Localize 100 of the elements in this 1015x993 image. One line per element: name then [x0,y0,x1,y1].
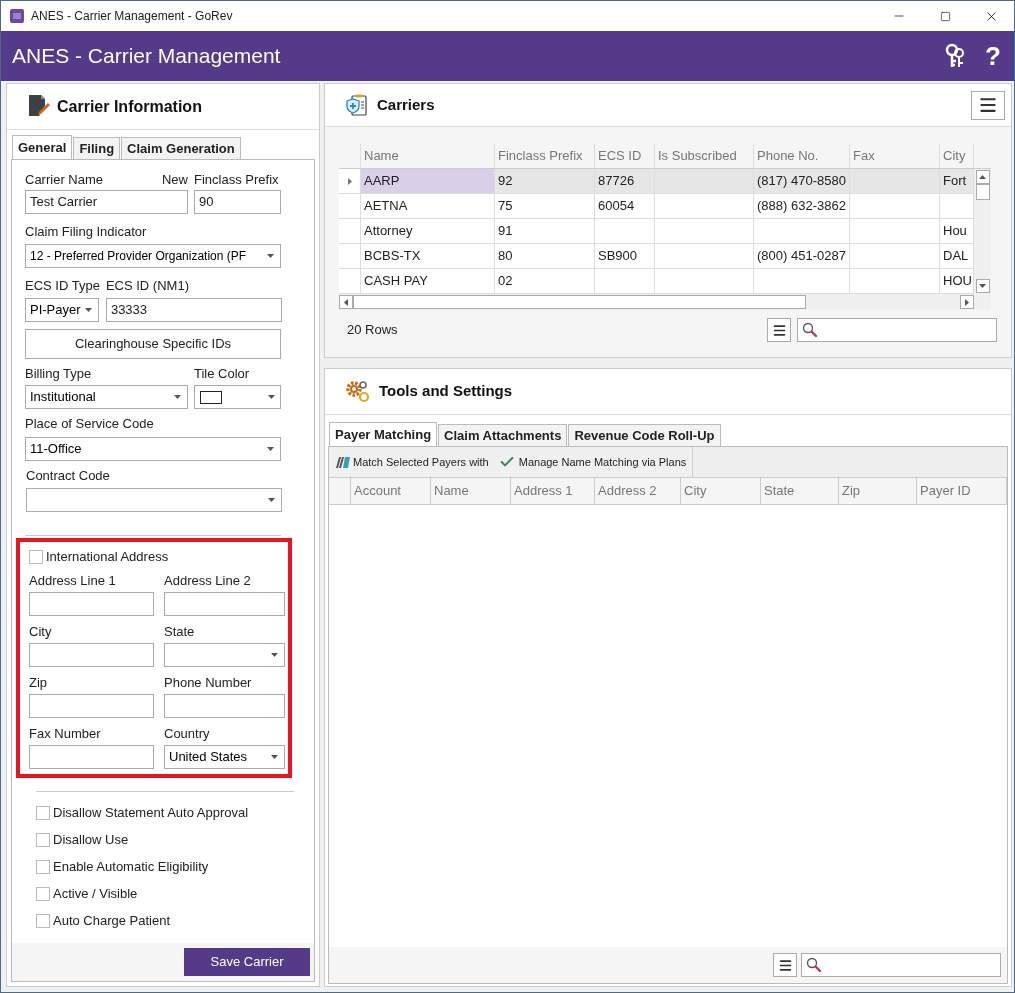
text-field[interactable]: 90 [194,190,281,214]
text-field[interactable]: 33333 [105,298,282,322]
checkbox-label: International Address [46,548,169,566]
dropdown-field[interactable]: 11-Office [25,437,281,461]
table-cell: CASH PAY [361,269,495,293]
text-field[interactable] [164,693,285,718]
checkbox-label: Auto Charge Patient [53,911,171,930]
search-icon [806,957,822,973]
save-carrier-button[interactable]: Save Carrier [184,948,310,976]
field-label: Phone Number [164,674,253,691]
help-button[interactable]: ? [985,43,1001,69]
column-header[interactable]: Account [351,478,431,504]
tab[interactable]: Payer Matching [329,422,438,446]
table-row[interactable]: CASH PAY 02 HOU [339,269,974,294]
dropdown-field[interactable]: Institutional [25,385,188,409]
field-label: Address Line 1 [29,572,117,589]
toolbar-button[interactable]: Match Selected Payers with [335,453,489,471]
row-pointer-icon [347,177,352,185]
column-header[interactable]: Is Subscribed [655,144,754,168]
table-cell: 02 [495,269,595,293]
menu-button[interactable] [767,318,791,342]
dropdown-field[interactable] [26,488,282,512]
window-title: ANES - Carrier Management - GoRev [31,8,233,25]
text-field[interactable] [29,744,154,769]
checkbox-label: Enable Automatic Eligibility [53,857,209,876]
table-cell: BCBS-TX [361,244,495,268]
column-header[interactable]: State [761,478,839,504]
column-header[interactable]: Zip [839,478,917,504]
table-cell: (888) 632-3862 [754,194,850,218]
field-label: Place of Service Code [25,416,155,432]
menu-button[interactable] [773,953,797,977]
text-field[interactable] [29,693,154,718]
column-header[interactable]: Name [431,478,511,504]
search-field[interactable] [797,318,997,342]
vertical-scrollbar[interactable] [974,169,991,294]
scroll-down-icon [979,284,986,288]
gears-icon [345,378,371,405]
page-title: ANES - Carrier Management [12,43,281,70]
text-field[interactable] [164,591,285,616]
checkbox-label: Active / Visible [53,884,138,903]
scroll-thumb[interactable] [975,184,990,200]
column-header[interactable]: Address 1 [511,478,595,504]
checkbox[interactable] [36,886,50,901]
menu-button[interactable] [971,90,1005,120]
text-field[interactable] [29,642,154,667]
horizontal-scrollbar[interactable] [339,294,991,310]
field-label: Tile Color [194,366,251,382]
column-header[interactable]: Phone No. [754,144,850,168]
text-field[interactable]: Test Carrier [25,190,188,214]
field-label: ECS ID Type [25,278,100,294]
field-label: Country [164,725,211,742]
checkbox[interactable] [36,805,50,820]
column-header[interactable]: Address 2 [595,478,681,504]
scroll-right-icon [965,298,969,306]
dropdown-field[interactable] [164,642,285,667]
table-cell: 92 [495,169,595,193]
column-header[interactable]: Payer ID [917,478,1007,504]
text-field[interactable] [29,591,154,616]
toolbar-button[interactable]: Manage Name Matching via Plans [498,453,687,471]
table-row[interactable]: AARP 92 87726 (817) 470-8580 Fort [339,169,974,194]
checkbox-label: Disallow Use [53,830,129,849]
tab[interactable]: Claim Attachments [438,424,568,446]
checkbox[interactable] [36,913,50,928]
table-row[interactable]: AETNA 75 60054 (888) 632-3862 [339,194,974,219]
table-row[interactable]: BCBS-TX 80 SB900 (800) 451-0287 DAL [339,244,974,269]
table-cell: 87726 [595,169,655,193]
field-label: Fax Number [29,725,102,742]
menu-icon [777,957,793,973]
dropdown-field[interactable]: PI-Payer [25,298,99,322]
scroll-thumb[interactable] [353,295,806,309]
color-picker[interactable] [194,385,281,409]
checkbox-label: Disallow Statement Auto Approval [53,803,249,822]
tab[interactable]: General [12,135,73,159]
column-header[interactable]: Finclass Prefix [495,144,595,168]
table-cell: 80 [495,244,595,268]
table-row[interactable]: Attorney 91 Hou [339,219,974,244]
dropdown-field[interactable]: 12 - Preferred Provider Organization (PF [25,244,281,268]
dropdown-field[interactable]: United States [164,744,285,769]
checkbox[interactable] [36,859,50,874]
table-cell: (800) 451-0287 [754,244,850,268]
column-header[interactable]: City [681,478,761,504]
search-field[interactable] [801,953,1001,977]
tab[interactable]: Claim Generation [121,137,241,159]
clearinghouse-button[interactable]: Clearinghouse Specific IDs [25,329,281,359]
app-logo-icon [9,8,25,24]
column-header[interactable]: ECS ID [595,144,655,168]
tab[interactable]: Revenue Code Roll-Up [568,424,721,446]
panel-title: Carrier Information [57,96,202,117]
column-header[interactable]: City [940,144,974,168]
column-header[interactable]: Fax [850,144,940,168]
maximize-icon [939,10,951,22]
table-cell: 91 [495,219,595,243]
tab[interactable]: Filing [73,137,121,159]
field-label: Contract Code [26,468,111,484]
table-cell: 60054 [595,194,655,218]
color-swatch [200,390,222,404]
table-cell: SB900 [595,244,655,268]
checkbox[interactable] [29,549,43,564]
checkbox[interactable] [36,832,50,847]
column-header[interactable]: Name [361,144,495,168]
